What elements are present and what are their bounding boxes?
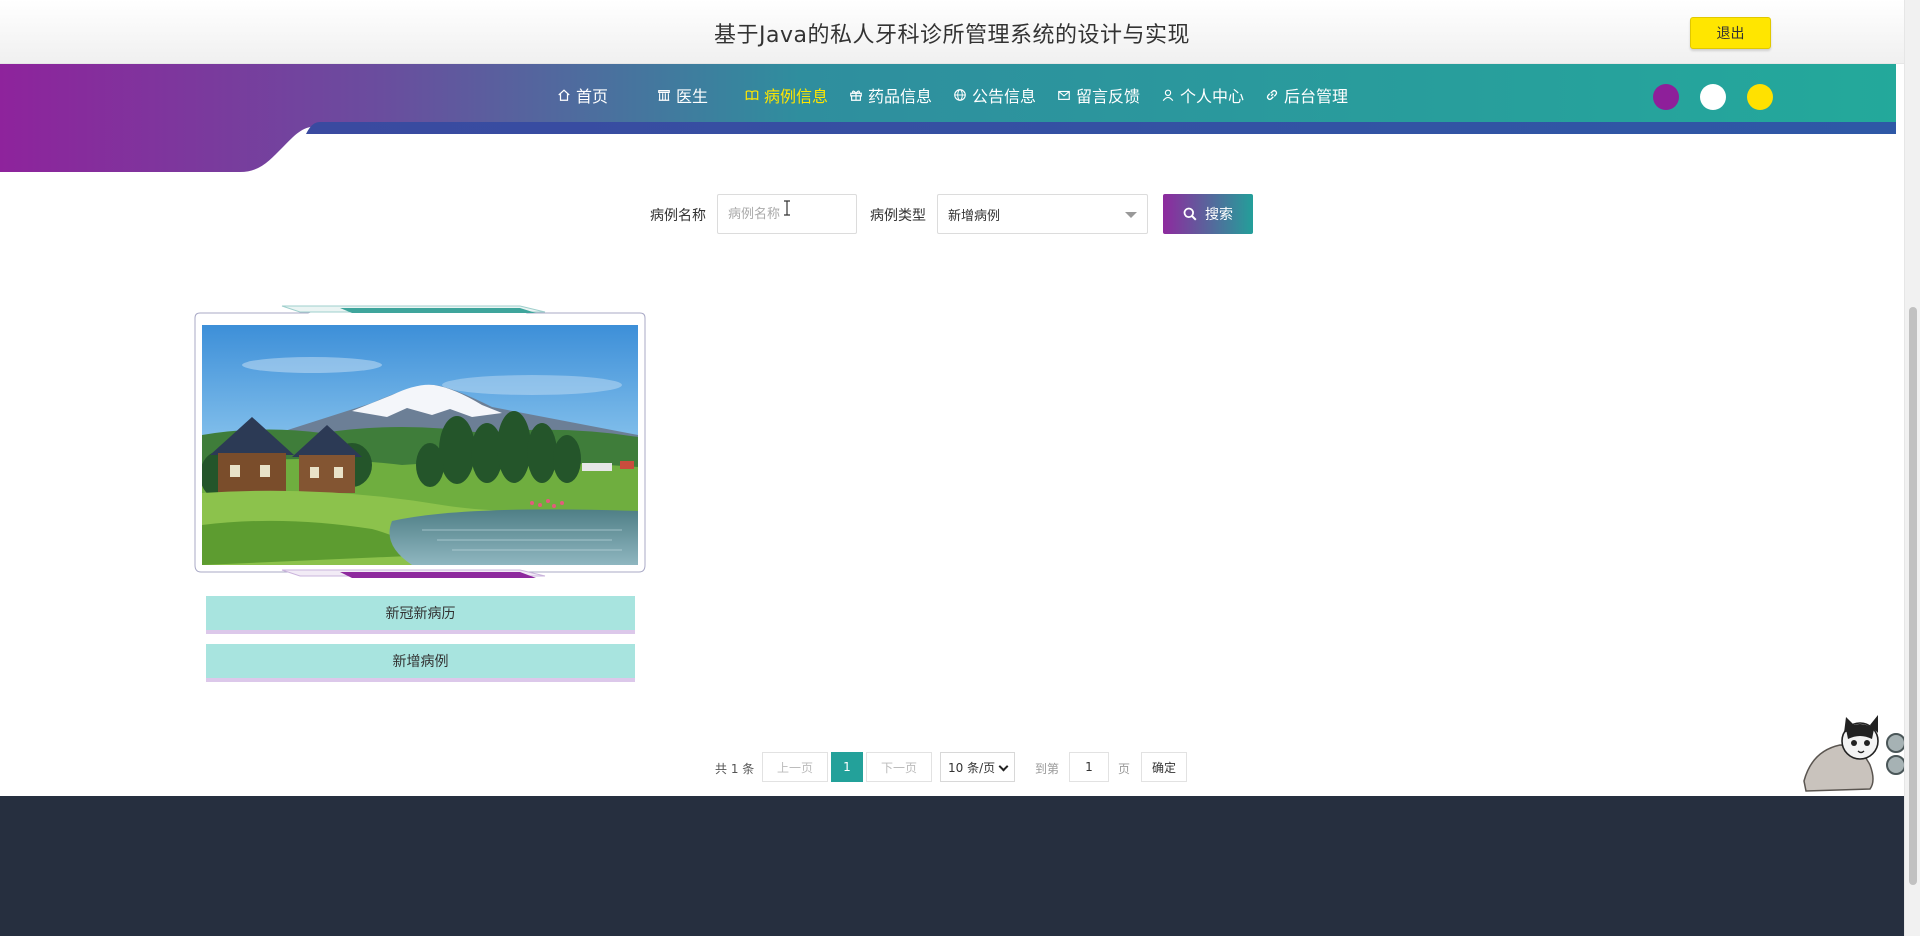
main-nav: 首页 医生 病例信息 药品信息 公告信息 留言反馈 个人中心 后台管理 (0, 80, 1904, 110)
link-icon (1264, 87, 1280, 103)
goto-label: 到第 (1035, 762, 1060, 776)
nav-label: 首页 (575, 87, 608, 106)
dropdown-arrow-icon (1125, 212, 1137, 218)
mail-icon (1056, 87, 1072, 103)
goto-page-input[interactable]: 1 (1069, 752, 1109, 782)
building-icon (656, 87, 672, 103)
nav-item-drugs[interactable]: 药品信息 (838, 80, 942, 110)
chevron-down-icon (998, 761, 1009, 772)
landscape-photo (202, 325, 638, 565)
case-name-label: 病例名称 (650, 208, 706, 224)
logout-button[interactable]: 退出 (1690, 17, 1771, 49)
case-type-value: 新增病例 (948, 208, 1001, 224)
page-size-value: 10 条/页 (948, 760, 996, 775)
case-type-label: 病例类型 (870, 208, 926, 224)
scrollbar-thumb[interactable] (1909, 307, 1917, 885)
nav-item-feedback[interactable]: 留言反馈 (1046, 80, 1150, 110)
nav-label: 公告信息 (972, 87, 1037, 106)
nav-label: 留言反馈 (1076, 87, 1141, 106)
page-size-select[interactable]: 10 条/页 (940, 752, 1015, 782)
page-number-current[interactable]: 1 (831, 752, 863, 782)
cat-mascot-icon[interactable] (1800, 715, 1910, 797)
book-icon (744, 87, 760, 103)
case-image[interactable] (202, 325, 638, 565)
footer (0, 796, 1904, 936)
nav-item-cases[interactable]: 病例信息 (734, 80, 838, 110)
nav-label: 医生 (675, 87, 708, 106)
nav-label: 病例信息 (763, 87, 828, 106)
case-tag-new-case[interactable]: 新增病例 (206, 644, 635, 682)
case-tag-covid-record[interactable]: 新冠新病历 (206, 596, 635, 634)
globe-icon (952, 87, 968, 103)
title-bar: 基于Java的私人牙科诊所管理系统的设计与实现 退出 (0, 0, 1904, 64)
nav-item-profile[interactable]: 个人中心 (1150, 80, 1254, 110)
search-bar: 病例名称 病例类型 新增病例 搜索 (0, 194, 1904, 236)
nav-item-admin[interactable]: 后台管理 (1254, 80, 1358, 110)
text-cursor-icon (784, 200, 790, 216)
user-icon (1160, 87, 1176, 103)
page-scrollbar[interactable] (1904, 0, 1920, 936)
nav-label: 后台管理 (1284, 87, 1349, 106)
theme-dot-yellow[interactable] (1747, 84, 1773, 110)
theme-dot-purple[interactable] (1653, 84, 1679, 110)
theme-dot-white[interactable] (1700, 84, 1726, 110)
home-icon (556, 87, 572, 103)
nav-item-notices[interactable]: 公告信息 (942, 80, 1046, 110)
nav-label: 药品信息 (867, 87, 932, 106)
site-title: 基于Java的私人牙科诊所管理系统的设计与实现 (714, 23, 1190, 48)
nav-item-doctor[interactable]: 医生 (646, 80, 718, 110)
next-page-button[interactable]: 下一页 (866, 752, 932, 782)
gift-icon (848, 87, 864, 103)
nav-item-home[interactable]: 首页 (546, 80, 618, 110)
goto-confirm-button[interactable]: 确定 (1141, 752, 1187, 782)
prev-page-button[interactable]: 上一页 (762, 752, 828, 782)
search-icon (1183, 207, 1197, 221)
case-type-select[interactable]: 新增病例 (937, 194, 1148, 234)
nav-label: 个人中心 (1180, 87, 1245, 106)
page-unit-label: 页 (1118, 762, 1131, 776)
search-button[interactable]: 搜索 (1163, 194, 1253, 234)
total-count: 共 1 条 (715, 762, 755, 776)
search-button-label: 搜索 (1205, 207, 1233, 223)
